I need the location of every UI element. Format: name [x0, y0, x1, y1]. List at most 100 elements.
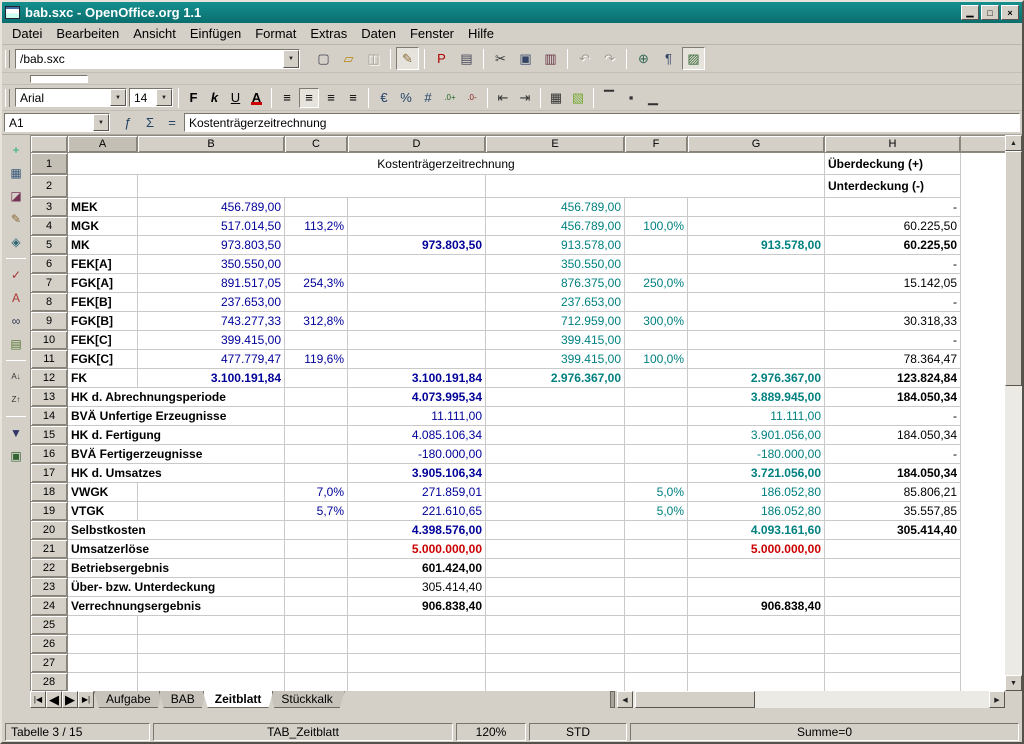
cell-A16[interactable]: BVÄ Fertigerzeugnisse [68, 445, 285, 464]
cell-E21[interactable] [486, 540, 625, 559]
cell-F7[interactable]: 250,0% [625, 274, 688, 293]
row-header-1[interactable]: 1 [31, 153, 68, 175]
cell-D20[interactable]: 4.398.576,00 [348, 521, 486, 540]
decrease-indent-icon[interactable]: ⇤ [493, 88, 513, 108]
cell-F28[interactable] [625, 673, 688, 692]
cell-D25[interactable] [348, 616, 486, 635]
cell-H24[interactable] [825, 597, 961, 616]
cell-D5[interactable]: 973.803,50 [348, 236, 486, 255]
cell-H7[interactable]: 15.142,05 [825, 274, 961, 293]
cell-E12[interactable]: 2.976.367,00 [486, 369, 625, 388]
font-name-dropdown-icon[interactable]: ▼ [110, 89, 126, 106]
cell-G7[interactable] [688, 274, 825, 293]
cell-F14[interactable] [625, 407, 688, 426]
formula-input[interactable]: Kostenträgerzeitrechnung [184, 113, 1020, 132]
row-header-10[interactable]: 10 [31, 331, 68, 350]
cell-D16[interactable]: -180.000,00 [348, 445, 486, 464]
cell-G23[interactable] [688, 578, 825, 597]
cell-D11[interactable] [348, 350, 486, 369]
cell-F8[interactable] [625, 293, 688, 312]
cell-H5[interactable]: 60.225,50 [825, 236, 961, 255]
cell-F13[interactable] [625, 388, 688, 407]
cell-G18[interactable]: 186.052,80 [688, 483, 825, 502]
cell-F25[interactable] [625, 616, 688, 635]
cell-B18[interactable] [138, 483, 285, 502]
cell-B3[interactable]: 456.789,00 [138, 198, 285, 217]
column-header-A[interactable]: A [68, 136, 138, 153]
menu-hilfe[interactable]: Hilfe [461, 24, 501, 43]
cell-F26[interactable] [625, 635, 688, 654]
cell-H3[interactable]: - [825, 198, 961, 217]
cell-A6[interactable]: FEK[A] [68, 255, 138, 274]
sum-icon[interactable]: Σ [140, 113, 160, 133]
cell-F6[interactable] [625, 255, 688, 274]
vertical-scrollbar[interactable]: ▲ ▼ [1005, 135, 1022, 691]
datasources-icon[interactable]: ▤ [5, 333, 27, 355]
cell-C27[interactable] [285, 654, 348, 673]
menu-extras[interactable]: Extras [303, 24, 354, 43]
url-dropdown-icon[interactable]: ▼ [283, 50, 299, 68]
cell-C9[interactable]: 312,8% [285, 312, 348, 331]
cell-B19[interactable] [138, 502, 285, 521]
minimize-button[interactable]: ▁ [961, 5, 979, 20]
background-color-icon[interactable]: ▧ [568, 88, 588, 108]
cell-C12[interactable] [285, 369, 348, 388]
cell-C23[interactable] [285, 578, 348, 597]
cell-B9[interactable]: 743.277,33 [138, 312, 285, 331]
cell-A23[interactable]: Über- bzw. Unterdeckung [68, 578, 285, 597]
cell-A9[interactable]: FGK[B] [68, 312, 138, 331]
horizontal-scrollbar[interactable]: ◀ ▶ [617, 691, 1005, 708]
cell-A13[interactable]: HK d. Abrechnungsperiode [68, 388, 285, 407]
cell-H13[interactable]: 184.050,34 [825, 388, 961, 407]
menu-fenster[interactable]: Fenster [403, 24, 461, 43]
cell-H17[interactable]: 184.050,34 [825, 464, 961, 483]
cell-D21[interactable]: 5.000.000,00 [348, 540, 486, 559]
cell-A8[interactable]: FEK[B] [68, 293, 138, 312]
percent-format-icon[interactable]: % [396, 88, 416, 108]
url-combo[interactable]: /bab.sxc ▼ [15, 49, 300, 69]
cell-G28[interactable] [688, 673, 825, 692]
cell-H2[interactable]: Unterdeckung (-) [825, 175, 961, 198]
cell-A25[interactable] [68, 616, 138, 635]
cell-B11[interactable]: 477.779,47 [138, 350, 285, 369]
row-header-26[interactable]: 26 [31, 635, 68, 654]
menu-daten[interactable]: Daten [354, 24, 403, 43]
delete-decimal-icon[interactable]: .0- [462, 88, 482, 108]
cell-D28[interactable] [348, 673, 486, 692]
status-sum[interactable]: Summe=0 [630, 723, 1019, 741]
cell-C21[interactable] [285, 540, 348, 559]
cell-F18[interactable]: 5,0% [625, 483, 688, 502]
cell-A12[interactable]: FK [68, 369, 138, 388]
cell-H12[interactable]: 123.824,84 [825, 369, 961, 388]
insert-icon[interactable]: + [5, 139, 27, 161]
cell-C11[interactable]: 119,6% [285, 350, 348, 369]
find-replace-icon[interactable]: ∞ [5, 310, 27, 332]
paste-icon[interactable]: ▥ [539, 47, 562, 70]
cell-E19[interactable] [486, 502, 625, 521]
cell-H6[interactable]: - [825, 255, 961, 274]
align-right-icon[interactable]: ≡ [321, 88, 341, 108]
cell-C19[interactable]: 5,7% [285, 502, 348, 521]
cell-F24[interactable] [625, 597, 688, 616]
cell-A17[interactable]: HK d. Umsatzes [68, 464, 285, 483]
row-header-24[interactable]: 24 [31, 597, 68, 616]
cell-D3[interactable] [348, 198, 486, 217]
copy-icon[interactable]: ▣ [514, 47, 537, 70]
row-header-6[interactable]: 6 [31, 255, 68, 274]
cell-A22[interactable]: Betriebsergebnis [68, 559, 285, 578]
cell-D26[interactable] [348, 635, 486, 654]
align-bottom-icon[interactable]: ▁ [643, 88, 663, 108]
align-center-icon[interactable]: ≡ [299, 88, 319, 108]
cell-F15[interactable] [625, 426, 688, 445]
status-zoom[interactable]: 120% [456, 723, 526, 741]
column-header-B[interactable]: B [138, 136, 285, 153]
row-header-23[interactable]: 23 [31, 578, 68, 597]
cell-C8[interactable] [285, 293, 348, 312]
cell-D19[interactable]: 221.610,65 [348, 502, 486, 521]
cell-H21[interactable] [825, 540, 961, 559]
cell-H26[interactable] [825, 635, 961, 654]
cell-A21[interactable]: Umsatzerlöse [68, 540, 285, 559]
cell-A3[interactable]: MEK [68, 198, 138, 217]
cell-G10[interactable] [688, 331, 825, 350]
cell-H28[interactable] [825, 673, 961, 692]
